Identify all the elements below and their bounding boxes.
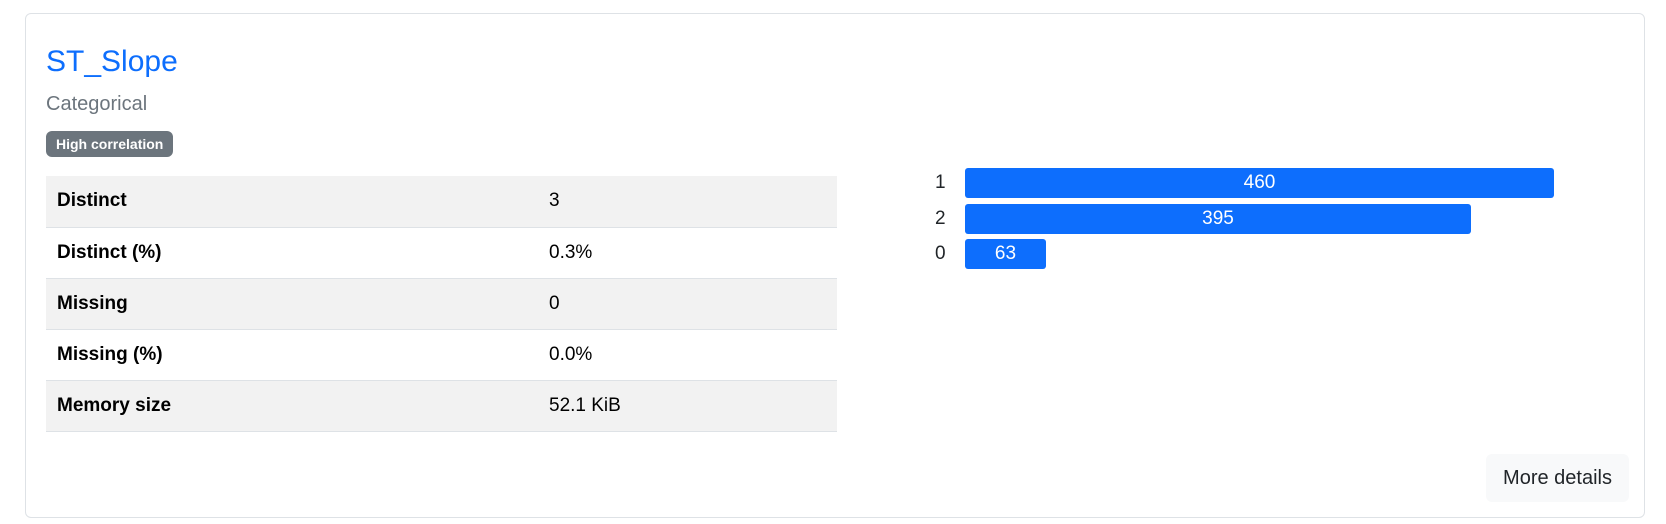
stat-label: Memory size (46, 380, 538, 432)
table-row: Distinct 3 (46, 176, 837, 228)
table-row: Missing (%) 0.0% (46, 329, 837, 381)
bar-row: 0 63 (935, 239, 1625, 269)
frequency-bar-chart: 1 460 2 395 0 63 (935, 168, 1625, 288)
more-details-button[interactable]: More details (1486, 454, 1629, 502)
stat-value: 0 (538, 278, 837, 330)
variable-type: Categorical (46, 93, 148, 115)
stat-label: Missing (%) (46, 329, 538, 381)
variable-name-link[interactable]: ST_Slope (46, 44, 178, 80)
stat-value: 3 (538, 176, 837, 228)
bar-row: 1 460 (935, 168, 1625, 198)
bar: 460 (965, 168, 1554, 198)
bar-category-label: 0 (935, 243, 946, 264)
bar: 63 (965, 239, 1046, 269)
stat-value: 0.3% (538, 227, 837, 279)
bar-row: 2 395 (935, 204, 1625, 234)
high-correlation-badge: High correlation (46, 131, 174, 157)
stat-value: 52.1 KiB (538, 380, 837, 432)
bar-category-label: 1 (935, 172, 946, 193)
stat-value: 0.0% (538, 329, 837, 381)
stat-label: Distinct (46, 176, 538, 228)
bar-category-label: 2 (935, 208, 946, 229)
bar: 395 (965, 204, 1471, 234)
stat-label: Missing (46, 278, 538, 330)
table-row: Distinct (%) 0.3% (46, 227, 837, 279)
table-row: Memory size 52.1 KiB (46, 380, 837, 432)
stats-table: Distinct 3 Distinct (%) 0.3% Missing 0 M… (46, 176, 837, 432)
table-row: Missing 0 (46, 278, 837, 330)
stat-label: Distinct (%) (46, 227, 538, 279)
